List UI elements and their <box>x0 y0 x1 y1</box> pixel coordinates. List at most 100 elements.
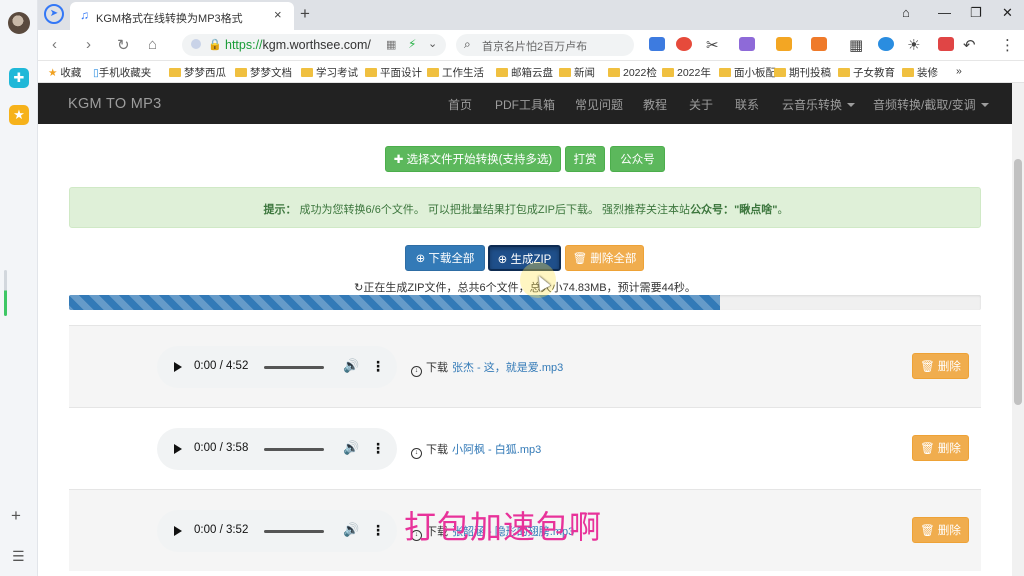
address-bar[interactable]: 🔒 https://kgm.worthsee.com/ ▦ ⚡ ⌄ <box>182 34 446 56</box>
bookmark-label: 新闻 <box>574 67 595 79</box>
bookmark-item[interactable]: 工作生活 <box>427 65 484 80</box>
folder-icon <box>774 68 786 77</box>
more-options-icon[interactable]: ⋮ <box>371 440 385 457</box>
bookmark-item[interactable]: 梦梦文档 <box>235 65 292 80</box>
site-brand[interactable]: KGM TO MP3 <box>68 96 162 112</box>
home-icon[interactable]: ⌂ <box>148 36 157 53</box>
nav-cloud-music-dropdown[interactable]: 云音乐转换 <box>782 96 856 113</box>
bookmark-item[interactable]: 新闻 <box>559 65 595 80</box>
scissors-icon[interactable]: ✂ <box>706 36 719 54</box>
bookmark-item[interactable]: ▯手机收藏夹 <box>93 65 151 80</box>
translate-icon[interactable] <box>739 37 755 51</box>
zip-progress-bar <box>69 295 981 310</box>
more-options-icon[interactable]: ⋮ <box>371 522 385 539</box>
grid-icon[interactable]: ▦ <box>849 36 863 54</box>
folder-icon <box>235 68 247 77</box>
weibo-icon[interactable] <box>676 37 692 51</box>
app-launcher-icon[interactable]: ✚ <box>9 68 29 88</box>
site-info-icon[interactable] <box>191 39 201 49</box>
audio-seek-bar[interactable] <box>264 448 324 451</box>
menu-icon[interactable]: ☰ <box>12 548 25 565</box>
speed-icon[interactable]: ⚡ <box>408 37 416 51</box>
brightness-icon[interactable]: ☀ <box>907 36 920 54</box>
back-icon[interactable]: ‹ <box>52 36 57 53</box>
restore-button[interactable]: ❐ <box>970 5 982 21</box>
bookmark-label: 2022检 <box>623 67 657 79</box>
nav-contact[interactable]: 联系 <box>735 96 759 113</box>
bookmark-item[interactable]: 学习考试 <box>301 65 358 80</box>
file-name-link[interactable]: 小阿枫 - 白狐.mp3 <box>452 444 541 456</box>
audio-seek-bar[interactable] <box>264 530 324 533</box>
game-icon[interactable] <box>811 37 827 51</box>
more-menu-icon[interactable]: ⋮ <box>1000 36 1015 54</box>
play-icon[interactable] <box>174 444 182 454</box>
download-link[interactable]: ↓ 下载 张杰 - 这，就是爱.mp3 <box>411 359 563 377</box>
window-close-button[interactable]: ✕ <box>1002 5 1013 21</box>
qr-icon[interactable]: ▦ <box>386 38 396 51</box>
bookmark-label: 子女教育 <box>853 67 895 79</box>
nav-tutorial[interactable]: 教程 <box>643 96 667 113</box>
bookmark-item[interactable]: 2022年 <box>662 65 711 80</box>
select-files-button[interactable]: ✚ 选择文件开始转换(支持多选) <box>385 146 561 172</box>
bookmark-item[interactable]: 期刊投稿 <box>774 65 831 80</box>
bookmark-item[interactable]: 装修 <box>902 65 938 80</box>
nav-faq[interactable]: 常见问题 <box>575 96 623 113</box>
donate-button[interactable]: 打赏 <box>565 146 605 172</box>
undo-icon[interactable]: ↶ <box>963 36 976 54</box>
page-scrollbar[interactable] <box>1012 83 1024 576</box>
volume-icon[interactable]: 🔊 <box>343 522 359 538</box>
nav-pdf-tools[interactable]: PDF工具箱 <box>495 96 555 113</box>
bookmark-label: 平面设计 <box>380 67 422 79</box>
battery-icon[interactable] <box>938 37 954 51</box>
site-navbar: KGM TO MP3 首页 PDF工具箱 常见问题 教程 关于 联系 云音乐转换… <box>38 83 1012 124</box>
file-name-link[interactable]: 张杰 - 这，就是爱.mp3 <box>452 362 563 374</box>
bookmark-item[interactable]: 梦梦西瓜 <box>169 65 226 80</box>
bookmark-item[interactable]: 平面设计 <box>365 65 422 80</box>
bookmark-item[interactable]: 邮箱云盘 <box>496 65 553 80</box>
zip-progress-fill <box>69 295 721 310</box>
delete-file-button[interactable]: 🗑 删除 <box>912 353 969 379</box>
ie-icon[interactable] <box>878 37 894 51</box>
mail-icon[interactable] <box>649 37 665 51</box>
browser-tab[interactable]: ♫ KGM格式在线转换为MP3格式 × <box>70 2 294 30</box>
nav-about[interactable]: 关于 <box>689 96 713 113</box>
compass-icon[interactable]: ➤ <box>44 4 64 24</box>
delete-file-button[interactable]: 🗑 删除 <box>912 435 969 461</box>
delete-all-button[interactable]: 🗑 删除全部 <box>565 245 644 271</box>
volume-icon[interactable]: 🔊 <box>343 440 359 456</box>
favorites-star-icon[interactable]: ★ <box>9 105 29 125</box>
alert-account-label: 公众号： <box>690 204 735 216</box>
search-bar[interactable]: ⌕ 首京名片怕2百万卢布 <box>456 34 634 56</box>
bookmark-label: 面小板配 <box>734 67 776 79</box>
reload-icon[interactable]: ↻ <box>117 36 130 54</box>
download-link[interactable]: ↓ 下载 小阿枫 - 白狐.mp3 <box>411 441 541 459</box>
audio-seek-bar[interactable] <box>264 366 324 369</box>
bookmark-item[interactable]: 2022检 <box>608 65 657 80</box>
minimize-button[interactable]: — <box>938 5 951 20</box>
nav-audio-dropdown[interactable]: 音频转换/截取/变调 <box>873 96 989 113</box>
url-host: kgm.worthsee.com/ <box>262 38 371 52</box>
shirt-skin-icon[interactable]: ⌂ <box>902 5 910 20</box>
more-options-icon[interactable]: ⋮ <box>371 358 385 375</box>
bookmark-item[interactable]: ★ 收藏 <box>48 65 81 80</box>
avatar[interactable] <box>8 12 30 34</box>
chevron-down-icon[interactable]: ⌄ <box>428 37 437 50</box>
download-all-button[interactable]: ⊕ 下载全部 <box>405 245 485 271</box>
delete-file-button[interactable]: 🗑 删除 <box>912 517 969 543</box>
play-icon[interactable] <box>174 526 182 536</box>
bookmark-item[interactable]: 面小板配 <box>719 65 776 80</box>
folder-icon <box>427 68 439 77</box>
bookmark-item[interactable]: 子女教育 <box>838 65 895 80</box>
add-icon[interactable]: + <box>11 506 21 526</box>
nav-home[interactable]: 首页 <box>448 96 472 113</box>
bookmark-item[interactable]: » <box>956 65 962 77</box>
forward-icon[interactable]: › <box>86 36 91 53</box>
volume-icon[interactable]: 🔊 <box>343 358 359 374</box>
play-icon[interactable] <box>174 362 182 372</box>
new-tab-button[interactable]: + <box>300 4 310 24</box>
scrollbar-thumb[interactable] <box>1014 159 1022 405</box>
bookmark-label: 梦梦西瓜 <box>184 67 226 79</box>
close-tab-icon[interactable]: × <box>274 7 282 22</box>
shield-icon[interactable] <box>776 37 792 51</box>
wechat-account-button[interactable]: 公众号 <box>610 146 665 172</box>
